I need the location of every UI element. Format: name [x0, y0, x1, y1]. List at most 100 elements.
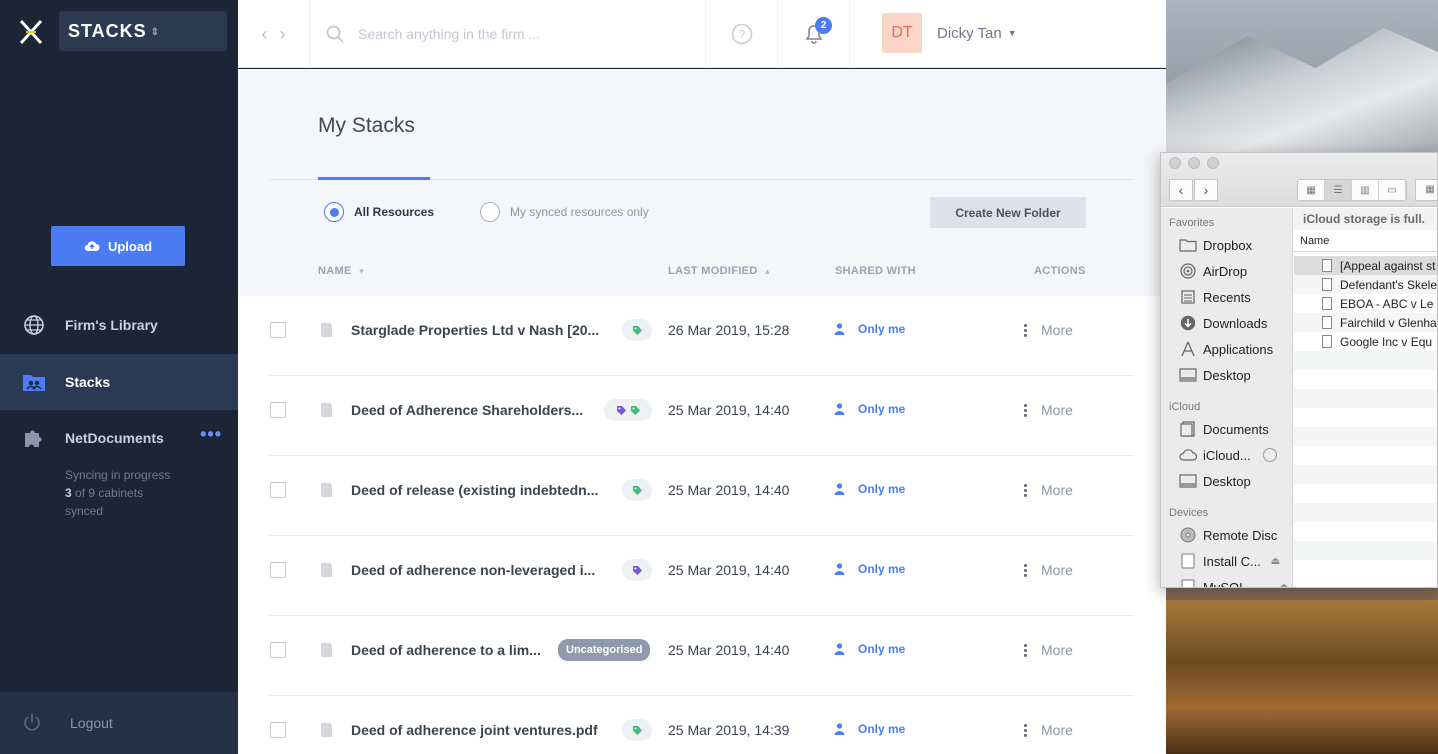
- file-icon: [321, 643, 332, 657]
- finder-item-mysql[interactable]: MySQL... ⏏: [1179, 579, 1289, 588]
- filter-synced-only-radio[interactable]: My synced resources only: [480, 202, 649, 222]
- finder-file-row[interactable]: EBOA - ABC v Le: [1294, 294, 1437, 313]
- more-actions-button[interactable]: More: [1024, 722, 1073, 738]
- tag-group[interactable]: [604, 399, 652, 421]
- stacks-logo-icon[interactable]: [18, 18, 44, 46]
- table-row[interactable]: Deed of adherence non-leveraged i... 25 …: [238, 536, 1166, 616]
- minimize-window-icon[interactable]: [1188, 157, 1200, 169]
- tag-group[interactable]: [622, 559, 652, 581]
- tag-green-icon: [632, 325, 642, 335]
- file-name[interactable]: Deed of Adherence Shareholders...: [351, 402, 583, 418]
- finder-window: ‹ › ▦ ☰ ▥ ▭ ▦ Favorites Dropbox AirDrop …: [1160, 152, 1438, 588]
- file-name[interactable]: Deed of adherence non-leveraged i...: [351, 562, 595, 578]
- finder-item-label: Documents: [1203, 421, 1269, 437]
- finder-file-row[interactable]: Defendant's Skele: [1294, 275, 1437, 294]
- row-checkbox[interactable]: [270, 322, 286, 338]
- logout-label: Logout: [70, 715, 113, 731]
- zoom-window-icon[interactable]: [1207, 157, 1219, 169]
- back-arrow-icon[interactable]: ‹: [262, 24, 268, 45]
- finder-item-icloud-documents[interactable]: Documents: [1179, 421, 1269, 437]
- more-actions-button[interactable]: More: [1024, 642, 1073, 658]
- more-actions-button[interactable]: More: [1024, 562, 1073, 578]
- shared-with[interactable]: Only me: [834, 402, 905, 416]
- upload-button[interactable]: Upload: [51, 226, 185, 266]
- finder-section-icloud: iCloud: [1169, 401, 1201, 413]
- finder-file-row[interactable]: Fairchild v Glenha: [1294, 313, 1437, 332]
- file-name[interactable]: Deed of adherence joint ventures.pdf: [351, 722, 598, 738]
- shared-with[interactable]: Only me: [834, 562, 905, 576]
- tag-group[interactable]: [622, 319, 652, 341]
- list-view-icon[interactable]: ☰: [1325, 180, 1352, 200]
- folder-users-icon: [22, 370, 46, 394]
- netdocuments-options-icon[interactable]: •••: [200, 424, 222, 445]
- shared-with[interactable]: Only me: [834, 642, 905, 656]
- file-name[interactable]: Deed of release (existing indebtedn...: [351, 482, 598, 498]
- tag-group[interactable]: [622, 479, 652, 501]
- finder-forward-icon[interactable]: ›: [1194, 179, 1218, 201]
- column-header-name[interactable]: NAME ▼: [318, 265, 366, 277]
- finder-item-label: Install C...: [1203, 553, 1261, 569]
- finder-file-row[interactable]: [Appeal against st: [1294, 256, 1437, 275]
- gallery-view-icon[interactable]: ▭: [1379, 180, 1406, 200]
- table-row[interactable]: Deed of adherence joint ventures.pdf 25 …: [238, 696, 1166, 754]
- column-header-shared-with[interactable]: SHARED WITH: [835, 265, 916, 277]
- help-button[interactable]: ?: [706, 0, 778, 68]
- file-name[interactable]: Deed of adherence to a lim...: [351, 642, 541, 658]
- finder-item-icloud-drive[interactable]: iCloud...: [1179, 447, 1277, 463]
- logout-button[interactable]: Logout: [0, 692, 238, 754]
- search-input[interactable]: [358, 26, 698, 42]
- eject-icon[interactable]: ⏏: [1279, 582, 1288, 588]
- column-header-last-modified[interactable]: LAST MODIFIED ▲: [668, 265, 772, 277]
- shared-with[interactable]: Only me: [834, 482, 905, 496]
- eject-icon[interactable]: ⏏: [1271, 556, 1280, 567]
- finder-item-airdrop[interactable]: AirDrop: [1179, 263, 1247, 279]
- forward-arrow-icon[interactable]: ›: [280, 24, 286, 45]
- column-view-icon[interactable]: ▥: [1352, 180, 1379, 200]
- row-checkbox[interactable]: [270, 402, 286, 418]
- finder-item-icloud-desktop[interactable]: Desktop: [1179, 473, 1251, 489]
- more-actions-button[interactable]: More: [1024, 482, 1073, 498]
- finder-item-recents[interactable]: Recents: [1179, 289, 1251, 305]
- finder-back-icon[interactable]: ‹: [1169, 179, 1193, 201]
- finder-view-switcher: ▦ ☰ ▥ ▭: [1297, 179, 1407, 201]
- last-modified: 25 Mar 2019, 14:40: [668, 642, 790, 658]
- sidebar-item-firms-library[interactable]: Firm's Library: [0, 297, 238, 353]
- finder-column-name[interactable]: Name: [1294, 232, 1437, 252]
- sidebar-item-stacks[interactable]: Stacks: [0, 354, 238, 410]
- close-window-icon[interactable]: [1169, 157, 1181, 169]
- table-row[interactable]: Deed of Adherence Shareholders... 25 Mar…: [238, 376, 1166, 456]
- shared-with[interactable]: Only me: [834, 722, 905, 736]
- filter-all-resources-radio[interactable]: All Resources: [324, 202, 434, 222]
- tag-group[interactable]: [622, 719, 652, 741]
- finder-item-downloads[interactable]: Downloads: [1179, 315, 1267, 331]
- row-checkbox[interactable]: [270, 482, 286, 498]
- sidebar-item-label: Firm's Library: [65, 317, 158, 333]
- create-new-folder-button[interactable]: Create New Folder: [930, 197, 1086, 228]
- finder-item-dropbox[interactable]: Dropbox: [1179, 237, 1252, 253]
- notifications-button[interactable]: 2: [778, 0, 850, 68]
- finder-file-row[interactable]: Google Inc v Equ: [1294, 332, 1437, 351]
- finder-item-remote-disc[interactable]: Remote Disc: [1179, 527, 1277, 543]
- finder-item-desktop[interactable]: Desktop: [1179, 367, 1251, 383]
- finder-item-install-disk[interactable]: Install C... ⏏: [1179, 553, 1280, 569]
- file-name[interactable]: Starglade Properties Ltd v Nash [20...: [351, 322, 599, 338]
- row-checkbox[interactable]: [270, 642, 286, 658]
- finder-item-applications[interactable]: Applications: [1179, 341, 1273, 357]
- workspace-switcher[interactable]: STACKS ⇕: [59, 11, 227, 51]
- power-icon: [22, 712, 46, 735]
- table-row[interactable]: Deed of release (existing indebtedn... 2…: [238, 456, 1166, 536]
- sidebar-item-netdocuments[interactable]: NetDocuments •••: [0, 410, 238, 466]
- icon-view-icon[interactable]: ▦: [1298, 180, 1325, 200]
- row-checkbox[interactable]: [270, 562, 286, 578]
- more-actions-button[interactable]: More: [1024, 322, 1073, 338]
- group-by-icon[interactable]: ▦: [1415, 179, 1437, 201]
- last-modified: 25 Mar 2019, 14:39: [668, 722, 790, 738]
- table-row[interactable]: Deed of adherence to a lim... Uncategori…: [238, 616, 1166, 696]
- shared-with[interactable]: Only me: [834, 322, 905, 336]
- more-actions-button[interactable]: More: [1024, 402, 1073, 418]
- user-menu[interactable]: DT Dicky Tan ▼: [882, 13, 1017, 53]
- kebab-menu-icon: [1024, 563, 1027, 577]
- finder-item-label: Dropbox: [1203, 237, 1253, 253]
- row-checkbox[interactable]: [270, 722, 286, 738]
- table-row[interactable]: Starglade Properties Ltd v Nash [20... 2…: [238, 296, 1166, 376]
